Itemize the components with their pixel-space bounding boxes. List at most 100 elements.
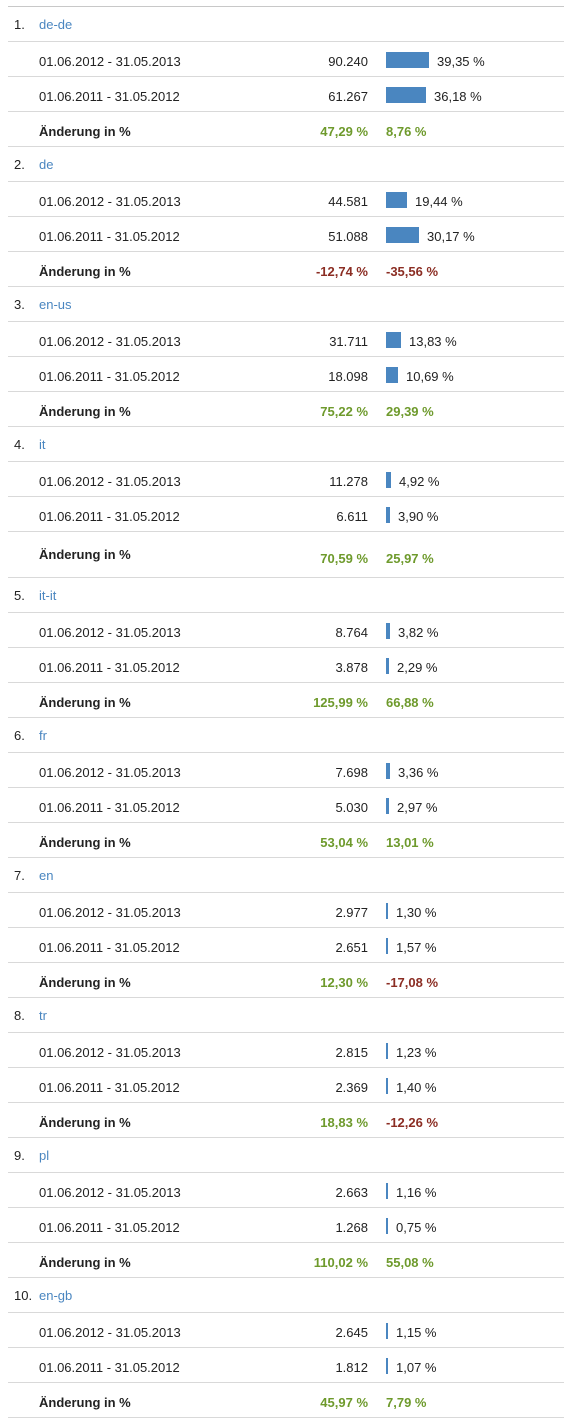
period-row: 01.06.2012 - 31.05.2013 2.663 1,16 % bbox=[8, 1173, 564, 1208]
rank-number: 2. bbox=[14, 157, 25, 172]
share-change-percent: -17,08 % bbox=[386, 975, 439, 990]
share-percent: 0,75 % bbox=[396, 1220, 437, 1235]
change-label: Änderung in % bbox=[39, 695, 131, 710]
date-range: 01.06.2011 - 31.05.2012 bbox=[39, 940, 180, 955]
share-change-percent: -35,56 % bbox=[386, 264, 439, 279]
share-percent: 2,29 % bbox=[397, 660, 438, 675]
change-label: Änderung in % bbox=[39, 1115, 131, 1130]
share-percent: 1,40 % bbox=[396, 1080, 437, 1095]
period-row: 01.06.2012 - 31.05.2013 8.764 3,82 % bbox=[8, 613, 564, 648]
share-bar bbox=[386, 1218, 388, 1234]
share-percent: 1,30 % bbox=[396, 905, 437, 920]
share-change-percent: -12,26 % bbox=[386, 1115, 439, 1130]
period-row: 01.06.2011 - 31.05.2012 2.651 1,57 % bbox=[8, 928, 564, 963]
rank-number: 9. bbox=[14, 1148, 25, 1163]
language-link[interactable]: fr bbox=[39, 728, 47, 743]
value-change-percent: 125,99 % bbox=[313, 695, 368, 710]
language-link[interactable]: en-us bbox=[39, 297, 72, 312]
share-bar bbox=[386, 623, 390, 639]
period-row: 01.06.2011 - 31.05.2012 61.267 36,18 % bbox=[8, 77, 564, 112]
share-bar bbox=[386, 1043, 388, 1059]
language-link[interactable]: pl bbox=[39, 1148, 49, 1163]
period-row: 01.06.2011 - 31.05.2012 5.030 2,97 % bbox=[8, 788, 564, 823]
share-bar bbox=[386, 1323, 388, 1339]
change-label: Änderung in % bbox=[39, 1395, 131, 1410]
share-percent: 39,35 % bbox=[437, 54, 485, 69]
sessions-value: 3.878 bbox=[335, 660, 368, 675]
value-change-percent: 18,83 % bbox=[320, 1115, 368, 1130]
date-range: 01.06.2012 - 31.05.2013 bbox=[39, 1185, 181, 1200]
language-link[interactable]: it-it bbox=[39, 588, 56, 603]
share-percent: 2,97 % bbox=[397, 800, 438, 815]
change-row: Änderung in % 75,22 % 29,39 % bbox=[8, 392, 564, 427]
rank-number: 7. bbox=[14, 868, 25, 883]
sessions-value: 7.698 bbox=[335, 765, 368, 780]
value-change-percent: 110,02 % bbox=[313, 1255, 368, 1270]
date-range: 01.06.2012 - 31.05.2013 bbox=[39, 905, 181, 920]
value-change-percent: 12,30 % bbox=[320, 975, 368, 990]
change-row: Änderung in % -12,74 % -35,56 % bbox=[8, 252, 564, 287]
sessions-value: 44.581 bbox=[328, 194, 368, 209]
change-row: Änderung in % 12,30 % -17,08 % bbox=[8, 963, 564, 998]
language-link[interactable]: it bbox=[39, 437, 46, 452]
change-label: Änderung in % bbox=[39, 124, 131, 139]
period-row: 01.06.2012 - 31.05.2013 2.645 1,15 % bbox=[8, 1313, 564, 1348]
share-percent: 30,17 % bbox=[427, 229, 475, 244]
share-bar bbox=[386, 52, 429, 68]
share-percent: 36,18 % bbox=[434, 89, 482, 104]
value-change-percent: -12,74 % bbox=[315, 264, 368, 279]
date-range: 01.06.2012 - 31.05.2013 bbox=[39, 334, 181, 349]
language-link[interactable]: tr bbox=[39, 1008, 47, 1023]
share-percent: 10,69 % bbox=[406, 369, 454, 384]
share-bar bbox=[386, 1183, 388, 1199]
language-link[interactable]: de bbox=[39, 157, 53, 172]
date-range: 01.06.2012 - 31.05.2013 bbox=[39, 54, 181, 69]
date-range: 01.06.2011 - 31.05.2012 bbox=[39, 509, 180, 524]
change-row: Änderung in % 53,04 % 13,01 % bbox=[8, 823, 564, 858]
sessions-value: 2.369 bbox=[335, 1080, 368, 1095]
group-header-row: 2. de bbox=[8, 147, 564, 182]
share-change-percent: 66,88 % bbox=[386, 695, 434, 710]
share-change-percent: 8,76 % bbox=[386, 124, 427, 139]
period-row: 01.06.2011 - 31.05.2012 18.098 10,69 % bbox=[8, 357, 564, 392]
group-header-row: 1. de-de bbox=[8, 7, 564, 42]
date-range: 01.06.2011 - 31.05.2012 bbox=[39, 1080, 180, 1095]
rank-number: 3. bbox=[14, 297, 25, 312]
language-comparison-table: 1. de-de 01.06.2012 - 31.05.2013 90.240 39,3… bbox=[0, 7, 572, 1418]
period-row: 01.06.2012 - 31.05.2013 31.711 13,83 % bbox=[8, 322, 564, 357]
share-bar bbox=[386, 367, 398, 383]
share-bar bbox=[386, 903, 388, 919]
value-change-percent: 53,04 % bbox=[320, 835, 368, 850]
date-range: 01.06.2012 - 31.05.2013 bbox=[39, 474, 181, 489]
change-row: Änderung in % 70,59 % 25,97 % bbox=[8, 532, 564, 578]
share-bar bbox=[386, 227, 419, 243]
change-label: Änderung in % bbox=[39, 1255, 131, 1270]
sessions-value: 90.240 bbox=[328, 54, 368, 69]
group-header-row: 4. it bbox=[8, 427, 564, 462]
sessions-value: 31.711 bbox=[329, 334, 368, 349]
language-link[interactable]: de-de bbox=[39, 17, 72, 32]
value-change-percent: 75,22 % bbox=[320, 404, 368, 419]
sessions-value: 2.815 bbox=[335, 1045, 368, 1060]
share-percent: 3,90 % bbox=[398, 509, 439, 524]
share-bar bbox=[386, 507, 390, 523]
share-bar bbox=[386, 192, 407, 208]
language-link[interactable]: en bbox=[39, 868, 53, 883]
change-row: Änderung in % 45,97 % 7,79 % bbox=[8, 1383, 564, 1418]
change-label: Änderung in % bbox=[39, 404, 131, 419]
period-row: 01.06.2012 - 31.05.2013 2.977 1,30 % bbox=[8, 893, 564, 928]
share-bar bbox=[386, 798, 389, 814]
sessions-value: 61.267 bbox=[328, 89, 368, 104]
rank-number: 4. bbox=[14, 437, 25, 452]
period-row: 01.06.2011 - 31.05.2012 51.088 30,17 % bbox=[8, 217, 564, 252]
change-label: Änderung in % bbox=[39, 975, 131, 990]
share-change-percent: 25,97 % bbox=[386, 551, 434, 566]
language-link[interactable]: en-gb bbox=[39, 1288, 72, 1303]
sessions-value: 5.030 bbox=[335, 800, 368, 815]
group-header-row: 6. fr bbox=[8, 718, 564, 753]
share-change-percent: 7,79 % bbox=[386, 1395, 427, 1410]
share-percent: 4,92 % bbox=[399, 474, 440, 489]
period-row: 01.06.2012 - 31.05.2013 2.815 1,23 % bbox=[8, 1033, 564, 1068]
share-bar bbox=[386, 332, 401, 348]
share-bar bbox=[386, 763, 390, 779]
